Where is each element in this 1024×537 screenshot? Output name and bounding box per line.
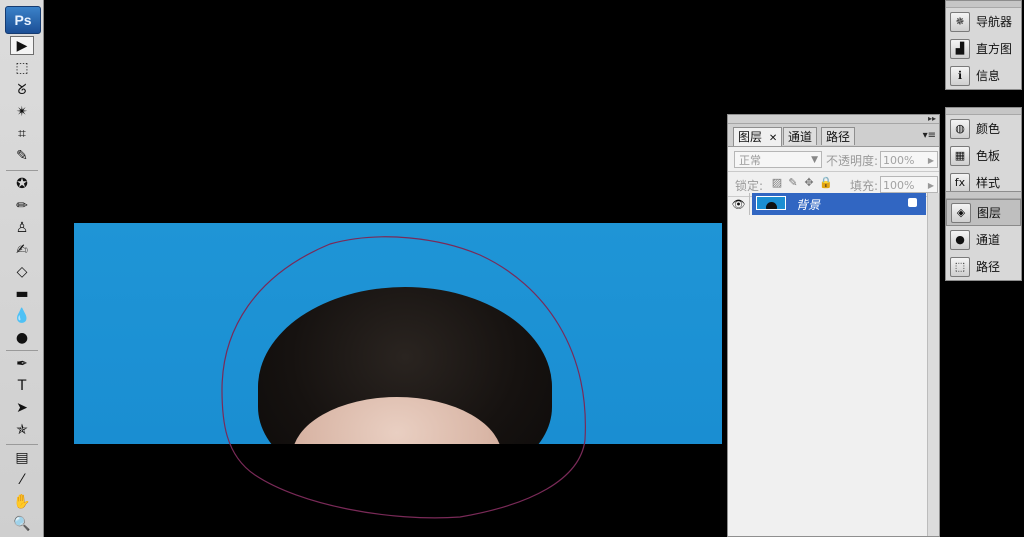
histogram-icon: ▟ bbox=[950, 38, 970, 59]
layer-name: 背景 bbox=[796, 198, 821, 212]
dock-item-swatches[interactable]: ▦ 色板 bbox=[946, 142, 1021, 169]
dock-grip[interactable] bbox=[946, 192, 1021, 199]
dock-item-label: 导航器 bbox=[976, 15, 1013, 29]
visibility-eye-icon[interactable]: 👁 bbox=[728, 193, 750, 215]
channels-icon: ● bbox=[950, 229, 970, 250]
info-icon: ℹ bbox=[950, 65, 970, 86]
dock-item-paths[interactable]: ⬚ 路径 bbox=[946, 253, 1021, 280]
chevron-down-icon: ▼ bbox=[811, 155, 818, 165]
layers-scrollbar[interactable] bbox=[927, 193, 939, 536]
blend-mode-select[interactable]: 正常 ▼ bbox=[734, 151, 822, 168]
dock-item-channels[interactable]: ● 通道 bbox=[946, 226, 1021, 253]
dock-item-label: 通道 bbox=[976, 233, 1001, 247]
dock-item-label: 色板 bbox=[976, 149, 1001, 163]
paths-icon: ⬚ bbox=[950, 256, 970, 277]
dock-item-info[interactable]: ℹ 信息 bbox=[946, 62, 1021, 89]
dock-item-navigator[interactable]: ✵ 导航器 bbox=[946, 8, 1021, 35]
dock-group: ◈ 图层 ● 通道 ⬚ 路径 bbox=[945, 191, 1022, 281]
dock-item-label: 路径 bbox=[976, 260, 1001, 274]
close-icon[interactable]: ✕ bbox=[769, 133, 777, 144]
lock-all-icon[interactable]: 🔒 bbox=[819, 176, 833, 190]
dock-item-label: 直方图 bbox=[976, 42, 1013, 56]
layer-thumbnail bbox=[756, 196, 786, 210]
chevron-right-icon: ▶ bbox=[927, 181, 934, 190]
dock-item-label: 颜色 bbox=[976, 122, 1001, 136]
tab-paths-label: 路径 bbox=[826, 130, 851, 144]
dock-item-histogram[interactable]: ▟ 直方图 bbox=[946, 35, 1021, 62]
panel-menu-icon[interactable]: ▾≡ bbox=[923, 130, 936, 141]
fill-value: 100% bbox=[883, 179, 915, 192]
dock-grip[interactable] bbox=[946, 1, 1021, 8]
lock-position-icon[interactable]: ✥ bbox=[802, 176, 816, 190]
color-icon: ◍ bbox=[950, 118, 970, 139]
styles-icon: fx bbox=[950, 172, 970, 193]
panel-titlebar[interactable]: ▸▸ bbox=[728, 114, 939, 124]
tab-channels[interactable]: 通道 bbox=[783, 127, 818, 145]
layer-item-background[interactable]: 背景 bbox=[752, 193, 926, 215]
swatches-icon: ▦ bbox=[950, 145, 970, 166]
blend-mode-value: 正常 bbox=[739, 154, 761, 167]
tab-paths[interactable]: 路径 bbox=[821, 127, 856, 145]
dock-item-label: 图层 bbox=[977, 206, 1002, 220]
chevron-right-icon: ▶ bbox=[927, 156, 934, 165]
layer-row[interactable]: 👁 背景 bbox=[728, 193, 939, 215]
blend-row: 正常 ▼ 不透明度: 100% ▶ bbox=[728, 147, 939, 172]
opacity-value: 100% bbox=[883, 154, 915, 167]
fill-label: 填充: bbox=[850, 179, 879, 193]
dock-item-label: 信息 bbox=[976, 69, 1001, 83]
navigator-icon: ✵ bbox=[950, 11, 970, 32]
collapse-panel-icon[interactable]: ▸▸ bbox=[928, 114, 936, 123]
layers-panel: ▸▸ 图层 ✕ 通道 路径 ▾≡ 正常 ▼ 不透明度: 100% ▶ 锁定: ▨… bbox=[727, 114, 940, 537]
lock-pixels-icon[interactable]: ✎ bbox=[786, 176, 800, 190]
dock-item-color[interactable]: ◍ 颜色 bbox=[946, 115, 1021, 142]
dock-grip[interactable] bbox=[946, 108, 1021, 115]
opacity-field[interactable]: 100% ▶ bbox=[880, 151, 938, 168]
dock-item-layers[interactable]: ◈ 图层 bbox=[946, 199, 1021, 226]
fill-field[interactable]: 100% ▶ bbox=[880, 176, 938, 193]
lock-transparency-icon[interactable]: ▨ bbox=[770, 176, 784, 190]
dock-group: ◍ 颜色 ▦ 色板 fx 样式 bbox=[945, 107, 1022, 197]
panel-tabs: 图层 ✕ 通道 路径 ▾≡ bbox=[728, 124, 939, 147]
layer-lock-icon bbox=[908, 198, 917, 207]
lock-label: 锁定: bbox=[735, 179, 764, 193]
tab-layers-label: 图层 bbox=[738, 130, 763, 144]
tab-channels-label: 通道 bbox=[788, 130, 813, 144]
dock-group: ✵ 导航器 ▟ 直方图 ℹ 信息 bbox=[945, 0, 1022, 90]
panel-dock: ✵ 导航器 ▟ 直方图 ℹ 信息 ◍ 颜色 ▦ 色板 fx 样式 ◈ 图层 ● 通道 ⬚ 路径 bbox=[943, 0, 1024, 537]
tab-layers[interactable]: 图层 ✕ bbox=[733, 127, 783, 146]
opacity-label: 不透明度: bbox=[826, 154, 879, 168]
dock-item-label: 样式 bbox=[976, 176, 1001, 190]
layers-icon: ◈ bbox=[951, 202, 971, 223]
